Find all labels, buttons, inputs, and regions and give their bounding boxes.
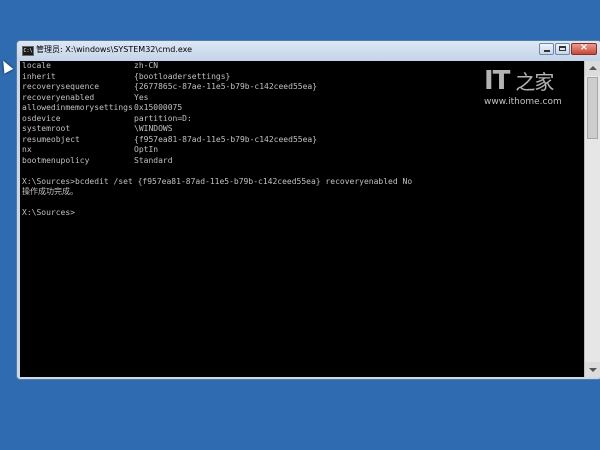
watermark-url: www.ithome.com [484, 97, 562, 107]
arrow-down-icon [589, 368, 597, 372]
close-button[interactable]: × [571, 42, 597, 55]
entry-key: osdevice [22, 113, 61, 123]
window-title: 管理员: X:\windows\SYSTEM32\cmd.exe [36, 45, 193, 54]
console-entry: resumeobject {f957ea81-87ad-11e5-b79b-c14… [22, 135, 586, 146]
command-result: 操作成功完成。 [22, 187, 78, 196]
watermark-logo-text: IT [484, 66, 510, 96]
vertical-scrollbar[interactable] [584, 61, 600, 377]
command-line: X:\Sources>bcdedit /set {f957ea81-87ad-1… [22, 176, 413, 186]
console-entry: systemroot \WINDOWS [22, 124, 586, 135]
entry-value: zh-CN [134, 61, 159, 70]
maximize-icon [559, 46, 566, 51]
scroll-thumb[interactable] [587, 77, 598, 139]
watermark-logo: IT 之家 [484, 68, 584, 95]
cmd-icon[interactable]: C:\ [22, 46, 34, 56]
entry-key: nx [22, 145, 32, 154]
entry-key: systemroot [22, 124, 71, 133]
entry-key: inherit [22, 71, 56, 81]
entry-value: {2677865c-87ae-11e5-b79b-c142ceed55ea} [134, 82, 318, 91]
entry-value: 0x15000075 [134, 103, 183, 112]
entry-key: allowedinmemorysettings [22, 103, 133, 112]
minimize-button[interactable] [539, 43, 554, 55]
entry-key: resumeobject [22, 134, 80, 144]
maximize-button[interactable] [555, 43, 570, 55]
title-bar[interactable]: C:\ 管理员: X:\windows\SYSTEM32\cmd.exe × [17, 41, 600, 61]
entry-value: \WINDOWS [134, 124, 173, 133]
window-controls: × [539, 42, 597, 55]
close-icon: × [579, 42, 589, 53]
mouse-cursor-icon [0, 58, 14, 74]
entry-key: bootmenupolicy [22, 155, 90, 165]
scroll-down-button[interactable] [585, 362, 600, 377]
scroll-up-button[interactable] [585, 61, 600, 76]
entry-value: {f957ea81-87ad-11e5-b79b-c142ceed55ea} [134, 134, 318, 144]
entry-key: recoverysequence [22, 82, 100, 91]
ithome-watermark: IT 之家 www.ithome.com [484, 68, 584, 120]
console-entry: bootmenupolicy Standard [22, 156, 586, 167]
entry-value: Standard [134, 155, 173, 165]
entry-value: OptIn [134, 145, 159, 154]
entry-value: {bootloadersettings} [134, 71, 231, 81]
entry-value: Yes [134, 92, 149, 102]
entry-key: recoveryenabled [22, 92, 95, 102]
arrow-up-icon [589, 66, 597, 70]
entry-key: locale [22, 61, 51, 70]
prompt-line[interactable]: X:\Sources> [22, 208, 586, 219]
minimize-icon [544, 50, 550, 52]
console-entry: nx OptIn [22, 145, 586, 156]
watermark-logo-glyph: 之家 [515, 70, 554, 94]
entry-value: partition=D: [134, 113, 192, 123]
